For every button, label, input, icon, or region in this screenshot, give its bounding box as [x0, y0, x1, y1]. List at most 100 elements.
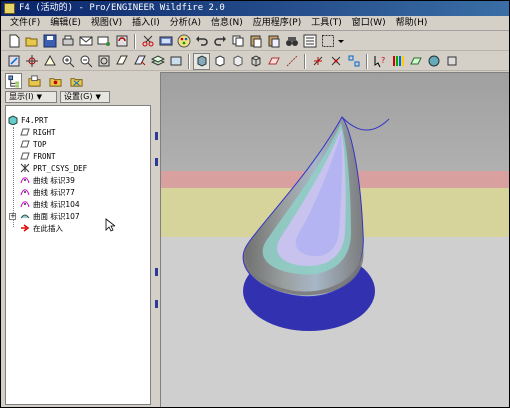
undo-button[interactable] [193, 33, 210, 50]
hidden-line-button[interactable] [211, 53, 228, 70]
display-dropdown[interactable]: 显示(I) ▼ [5, 91, 57, 103]
tree-root[interactable]: F4.PRT [6, 114, 150, 126]
dropdown-arrow-icon [338, 40, 344, 43]
email-icon [79, 36, 92, 46]
view-manager-button[interactable] [167, 53, 184, 70]
datum-planes-button[interactable] [265, 53, 282, 70]
datum-axes-button[interactable] [283, 53, 300, 70]
open-file-button[interactable] [23, 33, 40, 50]
sash-arrow-icon[interactable] [155, 300, 158, 308]
shading-button[interactable] [193, 52, 210, 70]
tree-item-label: 曲线 标识104 [33, 199, 80, 209]
email-link-icon [97, 36, 110, 46]
tree-item-curve-39[interactable]: 曲线 标识39 [6, 174, 150, 186]
appearance-button[interactable] [425, 53, 442, 70]
regenerate-button[interactable] [113, 33, 130, 50]
saved-views-button[interactable] [131, 53, 148, 70]
title-bar[interactable]: F4 (活动的) - Pro/ENGINEER Wildfire 2.0 [1, 1, 509, 16]
cut-button[interactable] [139, 33, 156, 50]
zoom-in-icon [62, 55, 74, 68]
menu-window[interactable]: 窗口(W) [347, 16, 391, 30]
display-dropdown-label: 显示(I) [9, 92, 34, 101]
menu-help[interactable]: 帮助(H) [391, 16, 433, 30]
menu-view[interactable]: 视图(V) [86, 16, 127, 30]
paste-special-icon [268, 35, 279, 48]
zoom-out-button[interactable] [77, 53, 94, 70]
menu-file[interactable]: 文件(F) [5, 16, 45, 30]
settings-dropdown[interactable]: 设置(G) ▼ [60, 91, 110, 103]
tree-item-csys[interactable]: PRT_CSYS_DEF [6, 162, 150, 174]
wireframe-cube-icon [251, 55, 260, 67]
save-button[interactable] [41, 33, 58, 50]
tree-item-curve-77[interactable]: 曲线 标识77 [6, 186, 150, 198]
graphics-viewport[interactable] [160, 72, 509, 407]
tree-item-label: 曲线 标识39 [33, 175, 75, 185]
repaint-button[interactable] [5, 53, 22, 70]
tab-model-tree[interactable] [5, 73, 22, 89]
reorient-button[interactable] [113, 53, 130, 70]
tab-favorites[interactable] [47, 73, 64, 89]
select-by-menu-button[interactable] [301, 33, 318, 50]
insert-here-arrow-icon [20, 223, 30, 233]
tree-item-label: 在此插入 [33, 223, 63, 233]
whats-this-button[interactable]: ? [371, 53, 388, 70]
menu-insert[interactable]: 插入(I) [127, 16, 165, 30]
tree-item-front[interactable]: FRONT [6, 150, 150, 162]
menu-analysis[interactable]: 分析(A) [165, 16, 206, 30]
menu-applications[interactable]: 应用程序(P) [248, 16, 306, 30]
datum-plane-tool-button[interactable] [407, 53, 424, 70]
menu-edit[interactable]: 编辑(E) [45, 16, 86, 30]
refit-button[interactable] [95, 53, 112, 70]
sash-arrow-icon[interactable] [155, 158, 158, 166]
new-file-button[interactable] [5, 33, 22, 50]
email-button[interactable] [77, 33, 94, 50]
no-hidden-button[interactable] [229, 53, 246, 70]
window-title: F4 (活动的) - Pro/ENGINEER Wildfire 2.0 [19, 3, 225, 13]
extra-tool-icon [447, 56, 456, 66]
color-palette-button[interactable] [175, 33, 192, 50]
tab-connections[interactable] [68, 73, 85, 89]
print-button[interactable] [59, 33, 76, 50]
redo-button[interactable] [211, 33, 228, 50]
paste-special-button[interactable] [265, 33, 282, 50]
csys-button[interactable] [327, 53, 344, 70]
selection-dropdown-button[interactable] [337, 33, 345, 50]
menu-tools[interactable]: 工具(T) [306, 16, 347, 30]
zoom-in-button[interactable] [59, 53, 76, 70]
wireframe-button[interactable] [247, 53, 264, 70]
selection-box-button[interactable] [319, 33, 336, 50]
layers-button[interactable] [149, 53, 166, 70]
datum-axis-toggle-icon [286, 55, 297, 67]
spin-button[interactable] [345, 53, 362, 70]
tree-root-label: F4.PRT [21, 115, 49, 125]
connections-icon [70, 77, 83, 87]
extra-tool-button[interactable] [443, 53, 460, 70]
spin-center-button[interactable] [23, 53, 40, 70]
tree-item-curve-104[interactable]: 曲线 标识104 [6, 198, 150, 210]
tree-item-insert-here[interactable]: 在此插入 [6, 222, 150, 234]
tree-item-label: FRONT [33, 151, 56, 161]
panel-sash[interactable] [152, 72, 160, 407]
tree-item-surface-107[interactable]: + 曲面 标识107 [6, 210, 150, 222]
model-display-button[interactable] [157, 33, 174, 50]
repaint-icon [8, 55, 19, 67]
tree-item-label: TOP [33, 139, 47, 149]
datum-points-button[interactable] [309, 53, 326, 70]
sash-arrow-icon[interactable] [155, 132, 158, 140]
menu-info[interactable]: 信息(N) [206, 16, 248, 30]
paste-button[interactable] [247, 33, 264, 50]
copy-button[interactable] [229, 33, 246, 50]
tree-item-right[interactable]: RIGHT [6, 126, 150, 138]
sash-arrow-icon[interactable] [155, 268, 158, 276]
scissors-icon [142, 35, 153, 47]
new-file-icon [9, 34, 19, 48]
tab-folder-browser[interactable] [26, 73, 43, 89]
orient-button[interactable] [41, 53, 58, 70]
favorites-folder-icon [49, 77, 62, 87]
email-link-button[interactable] [95, 33, 112, 50]
binoculars-icon [285, 37, 298, 46]
sketch-tool-button[interactable] [389, 53, 406, 70]
expand-plus-icon[interactable]: + [9, 212, 16, 220]
tree-item-top[interactable]: TOP [6, 138, 150, 150]
find-button[interactable] [283, 33, 300, 50]
